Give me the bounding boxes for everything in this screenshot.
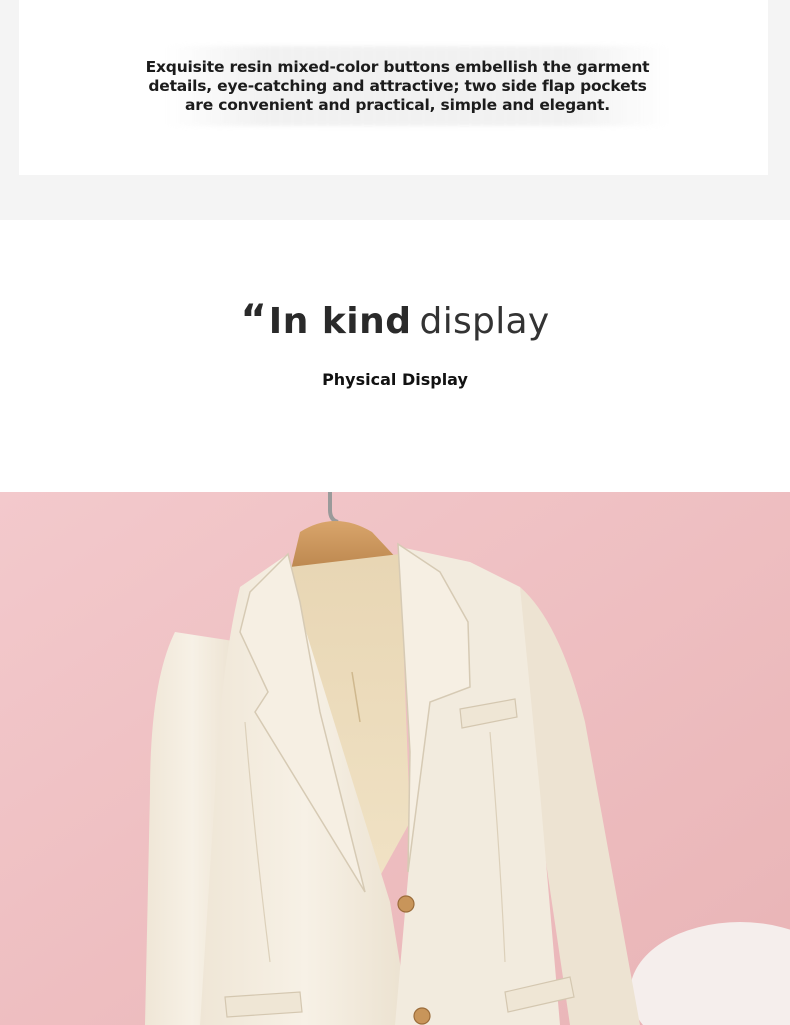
section-subtitle: Physical Display (322, 370, 468, 389)
in-kind-display-title: “ In kind display (241, 300, 550, 344)
product-photo (0, 492, 790, 1025)
button-1 (397, 895, 415, 913)
quote-mark: “ (240, 297, 267, 343)
left-flap-pocket (224, 991, 303, 1018)
details-band: Exquisite resin mixed-color buttons embe… (0, 0, 790, 220)
button-2 (413, 1007, 431, 1025)
blazer-illustration (0, 492, 790, 1025)
details-caption: Exquisite resin mixed-color buttons embe… (145, 58, 650, 114)
title-bold: In kind (268, 301, 412, 342)
title-light: display (419, 301, 550, 342)
section-heading: “ In kind display (0, 300, 790, 344)
